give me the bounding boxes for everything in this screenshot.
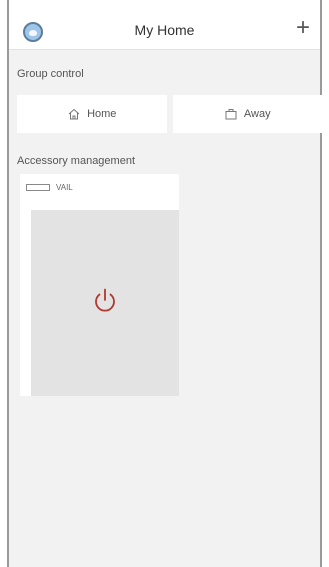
accessory-card[interactable]: VAIL: [20, 174, 179, 396]
away-mode-button[interactable]: Away: [172, 95, 322, 133]
accessory-card-header: VAIL: [26, 180, 73, 194]
top-bar: My Home +: [9, 0, 320, 50]
accessory-name: VAIL: [56, 182, 73, 192]
add-button[interactable]: +: [296, 16, 310, 40]
suitcase-icon: [225, 109, 237, 120]
app-screen: My Home + Group control Home Away Access…: [7, 0, 322, 567]
group-control-row: Home Away: [17, 95, 322, 133]
group-control-label: Group control: [17, 68, 84, 80]
home-mode-label: Home: [87, 108, 117, 120]
home-icon: [68, 108, 80, 120]
home-mode-button[interactable]: Home: [17, 95, 167, 133]
away-mode-label: Away: [243, 108, 271, 120]
page-title: My Home: [134, 22, 195, 38]
power-icon[interactable]: [90, 286, 120, 316]
accessory-control-panel[interactable]: [31, 210, 179, 396]
device-icon: [26, 183, 50, 191]
accessory-management-label: Accessory management: [17, 155, 135, 167]
